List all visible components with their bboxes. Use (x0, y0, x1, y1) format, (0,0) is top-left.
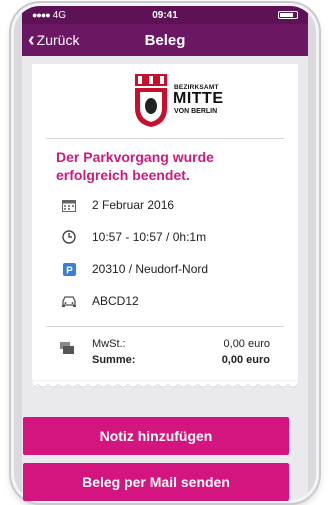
time-text: 10:57 - 10:57 / 0h:1m (92, 230, 207, 244)
date-row: 2 Februar 2016 (60, 198, 174, 212)
divider (46, 138, 284, 139)
back-label: Zurück (36, 32, 80, 48)
chevron-left-icon: ‹ (28, 29, 35, 51)
add-note-button[interactable]: Notiz hinzufügen (23, 417, 289, 455)
receipt-edge (32, 380, 298, 388)
plate-text: ABCD12 (92, 294, 139, 308)
logo-line3: VON BERLIN (174, 108, 218, 115)
zone-row: P 20310 / Neudorf-Nord (60, 262, 208, 276)
success-message: Der Parkvorgang wurde erfolgreich beende… (56, 149, 214, 183)
svg-text:P: P (66, 265, 73, 276)
send-mail-button[interactable]: Beleg per Mail senden (23, 463, 289, 501)
logo-line2: MITTE (173, 90, 224, 107)
tax-value: 0,00 euro (223, 338, 270, 350)
sum-value: 0,00 euro (221, 354, 270, 366)
tax-label: MwSt.: (92, 338, 126, 350)
bezirksamt-logo: BEZIRKSAMT MITTE VON BERLIN (132, 72, 232, 132)
clock-icon (60, 230, 78, 244)
coat-of-arms-icon (135, 74, 167, 127)
nav-bar: ‹ Zurück Beleg (22, 24, 308, 56)
plate-row: ABCD12 (60, 294, 139, 308)
calendar-icon (60, 198, 78, 212)
divider (46, 326, 284, 327)
date-text: 2 Februar 2016 (92, 198, 175, 212)
status-time: 09:41 (152, 9, 178, 21)
parking-icon: P (60, 262, 78, 276)
receipt-card: BEZIRKSAMT MITTE VON BERLIN Der Parkvorg… (32, 64, 298, 386)
sum-label: Summe: (92, 354, 136, 366)
time-row: 10:57 - 10:57 / 0h:1m (60, 230, 206, 244)
car-icon (60, 294, 78, 308)
money-icon (60, 342, 74, 357)
status-bar: ●●●● 4G 09:41 (22, 6, 308, 24)
zone-text: 20310 / Neudorf-Nord (92, 262, 209, 276)
back-button[interactable]: ‹ Zurück (22, 30, 79, 50)
battery-icon (278, 11, 298, 19)
